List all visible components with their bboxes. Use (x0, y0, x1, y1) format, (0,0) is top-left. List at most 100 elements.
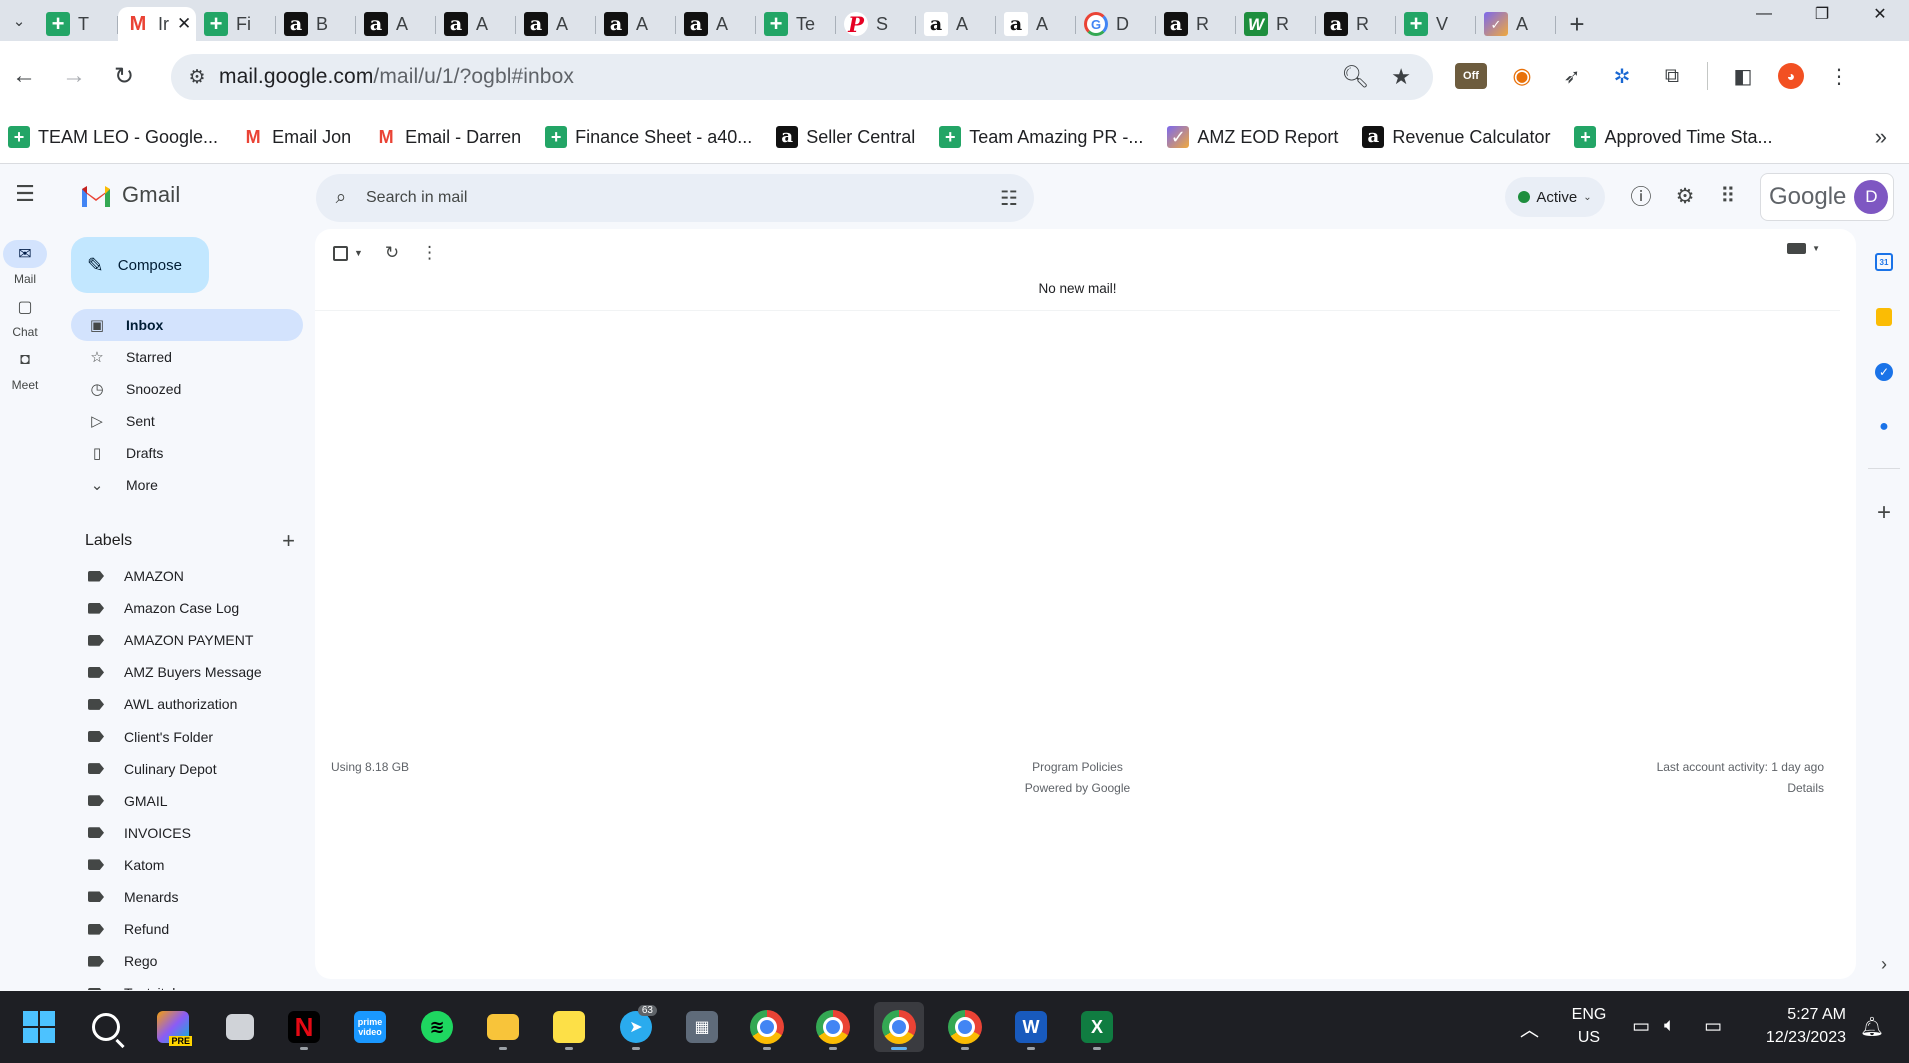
browser-tab[interactable]: aA (996, 7, 1076, 41)
taskbar-excel[interactable]: X (1072, 1002, 1122, 1052)
label-item[interactable]: AMAZON PAYMENT (71, 624, 303, 656)
taskbar-netflix[interactable]: N (279, 1002, 329, 1052)
bookmark-item[interactable]: M Email Jon (242, 126, 352, 148)
rail-chat[interactable]: ▢ Chat (0, 293, 50, 339)
forward-button[interactable]: → (53, 55, 95, 97)
browser-tab[interactable]: aA (436, 7, 516, 41)
add-label-icon[interactable]: + (282, 528, 295, 554)
apps-grid-icon[interactable]: ⠿ (1714, 182, 1742, 210)
program-policies-link[interactable]: Program Policies (315, 757, 1840, 778)
label-item[interactable]: AWL authorization (71, 688, 303, 720)
bookmark-item[interactable]: + TEAM LEO - Google... (8, 126, 218, 148)
close-window-icon[interactable]: ✕ (1851, 0, 1909, 28)
nav-item-sent[interactable]: ▷ Sent (71, 405, 303, 437)
compose-button[interactable]: ✎ Compose (71, 237, 209, 293)
label-item[interactable]: Tootsitel (71, 977, 303, 990)
taskbar-task-view[interactable] (215, 1002, 265, 1052)
label-item[interactable]: Katom (71, 849, 303, 881)
site-info-icon[interactable]: ⚙ (175, 66, 219, 89)
browser-tab[interactable]: ✓ A (1476, 7, 1556, 41)
gmail-logo[interactable]: Gmail (80, 182, 180, 208)
label-item[interactable]: AMAZON (71, 560, 303, 592)
label-item[interactable]: INVOICES (71, 817, 303, 849)
nav-item-starred[interactable]: ☆ Starred (71, 341, 303, 373)
search-bar[interactable]: ⌕ ☷ (316, 174, 1034, 222)
status-dropdown[interactable]: Active ⌄ (1505, 177, 1605, 217)
taskbar-word[interactable]: W (1006, 1002, 1056, 1052)
search-options-icon[interactable]: ☷ (1000, 186, 1018, 211)
notifications-bell-icon[interactable]: 🔔︎ (1860, 1015, 1884, 1039)
browser-tab[interactable]: aB (276, 7, 356, 41)
browser-tab[interactable]: WR (1236, 7, 1316, 41)
taskbar-chrome-2[interactable] (808, 1002, 858, 1052)
extension-off-icon[interactable]: Off (1455, 63, 1487, 89)
zoom-icon[interactable]: 🔍︎ (1341, 64, 1369, 90)
back-button[interactable]: ← (3, 55, 45, 97)
extension-fox-icon[interactable]: ◉ (1507, 61, 1537, 91)
extensions-puzzle-icon[interactable]: ⧉ (1657, 61, 1687, 91)
add-addon-icon[interactable]: + (1870, 499, 1898, 527)
taskbar-search-button[interactable] (81, 1002, 131, 1052)
expand-side-panel-icon[interactable]: › (1870, 950, 1898, 978)
taskbar-chrome-3[interactable] (874, 1002, 924, 1052)
taskbar-spotify[interactable]: ≋ (412, 1002, 462, 1052)
refresh-icon[interactable]: ↻ (385, 243, 399, 263)
select-all-checkbox[interactable] (333, 245, 348, 261)
browser-tab[interactable]: aA (676, 7, 756, 41)
side-panel-icon[interactable]: ◧ (1728, 61, 1758, 91)
main-menu-icon[interactable]: ☰ (10, 181, 40, 211)
start-button[interactable] (14, 1002, 64, 1052)
minimize-icon[interactable]: — (1735, 0, 1793, 28)
chrome-menu-icon[interactable]: ⋮ (1824, 61, 1854, 91)
tab-search-chevron-icon[interactable]: ⌄ (0, 0, 38, 41)
browser-tab[interactable]: aA (916, 7, 996, 41)
bookmarks-overflow-icon[interactable]: » (1875, 124, 1887, 150)
nav-item-snoozed[interactable]: ◷ Snoozed (71, 373, 303, 405)
label-item[interactable]: AMZ Buyers Message (71, 656, 303, 688)
taskbar-file-explorer[interactable] (478, 1002, 528, 1052)
input-tools-toggle[interactable]: ▼ (1787, 243, 1820, 254)
taskbar-telegram[interactable]: ➤ 63 (611, 1002, 661, 1052)
details-link[interactable]: Details (1657, 778, 1824, 799)
search-icon[interactable]: ⌕ (316, 187, 366, 209)
label-item[interactable]: Refund (71, 913, 303, 945)
bookmark-item[interactable]: M Email - Darren (375, 126, 522, 148)
label-item[interactable]: Amazon Case Log (71, 592, 303, 624)
rail-meet[interactable]: ◘ Meet (0, 346, 50, 392)
browser-tab[interactable]: aA (356, 7, 436, 41)
reload-button[interactable]: ↻ (103, 55, 145, 97)
clock[interactable]: 5:27 AM 12/23/2023 (1748, 1003, 1846, 1049)
bookmark-item[interactable]: + Finance Sheet - a40... (545, 126, 752, 148)
rail-mail[interactable]: ✉ Mail (0, 240, 50, 286)
browser-tab[interactable]: aR (1316, 7, 1396, 41)
browser-tab[interactable]: aA (516, 7, 596, 41)
extension-cursor-icon[interactable]: ➶ (1557, 61, 1587, 91)
taskbar-calculator[interactable]: ▦ (677, 1002, 727, 1052)
bookmark-item[interactable]: a Revenue Calculator (1362, 126, 1550, 148)
battery-icon[interactable]: ▭ (1704, 1015, 1722, 1038)
taskbar-prime-video[interactable]: prime video (345, 1002, 395, 1052)
taskbar-chrome-1[interactable] (742, 1002, 792, 1052)
new-tab-button[interactable]: + (1556, 7, 1598, 41)
taskbar-chrome-4[interactable] (940, 1002, 990, 1052)
account-switcher[interactable]: Google D (1760, 173, 1894, 221)
url-text[interactable]: mail.google.com/mail/u/1/?ogbl#inbox (219, 65, 574, 89)
label-item[interactable]: Menards (71, 881, 303, 913)
profile-icon[interactable]: ◕ (1778, 63, 1804, 89)
tasks-icon[interactable]: ✓ (1870, 358, 1898, 386)
label-item[interactable]: Client's Folder (71, 720, 303, 752)
browser-tab[interactable]: + Fi (196, 7, 276, 41)
volume-icon[interactable]: 🔈︎ (1664, 1015, 1675, 1037)
nav-item-drafts[interactable]: ▯ Drafts (71, 437, 303, 469)
input-language[interactable]: ENG US (1569, 1003, 1609, 1049)
help-icon[interactable]: ⓘ (1627, 182, 1655, 210)
bookmark-star-icon[interactable]: ★ (1391, 64, 1411, 90)
label-item[interactable]: Rego (71, 945, 303, 977)
restore-icon[interactable]: ❐ (1793, 0, 1851, 28)
show-hidden-icons-icon[interactable]: ︿ (1520, 1015, 1539, 1042)
calendar-icon[interactable]: 31 (1870, 248, 1898, 276)
bookmark-item[interactable]: + Approved Time Sta... (1574, 126, 1773, 148)
close-tab-icon[interactable]: ✕ (177, 14, 191, 34)
taskbar-copilot[interactable]: PRE (148, 1002, 198, 1052)
address-bar[interactable]: ⚙ mail.google.com/mail/u/1/?ogbl#inbox 🔍… (171, 54, 1433, 100)
